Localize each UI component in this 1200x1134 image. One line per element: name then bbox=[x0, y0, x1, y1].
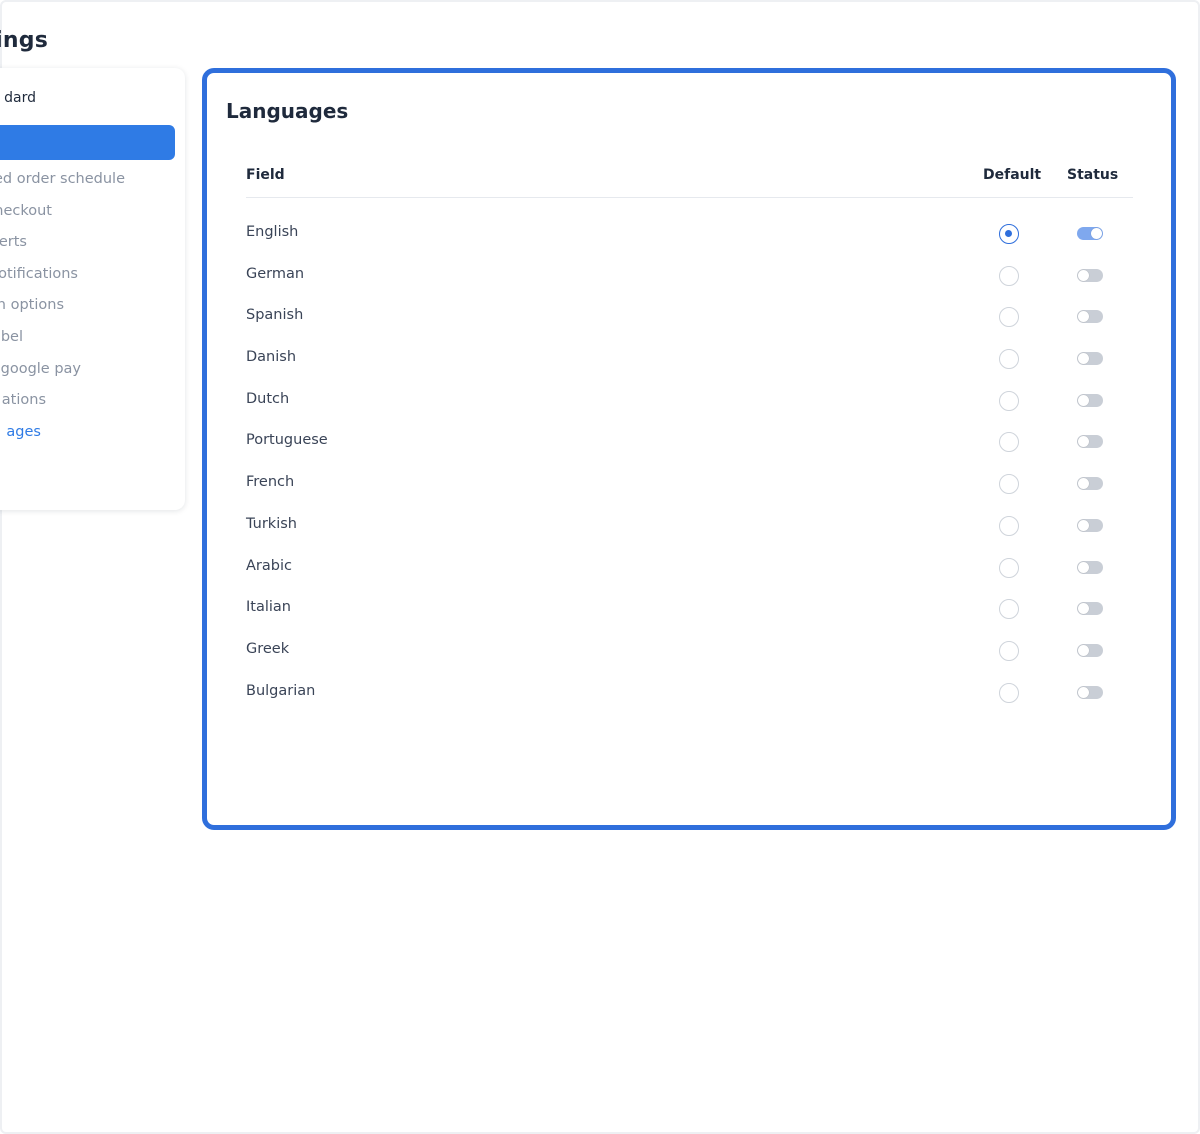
language-name: Bulgarian bbox=[246, 682, 316, 699]
sidebar-item[interactable]: ations bbox=[0, 389, 182, 421]
languages-card: Languages Field Default Status English Ge… bbox=[202, 68, 1176, 830]
sidebar-item-active[interactable] bbox=[0, 125, 175, 160]
languages-table-body: English German Spanish Danish Dutch Portugues… bbox=[246, 215, 1133, 715]
sidebar-item[interactable]: label bbox=[0, 326, 182, 358]
table-row: Greek bbox=[246, 632, 1133, 674]
language-name: French bbox=[246, 474, 295, 491]
settings-sidebar: dard nced order schedule checkout alerts no… bbox=[0, 68, 185, 510]
status-toggle[interactable] bbox=[1077, 643, 1103, 657]
sidebar-item-label: notifications bbox=[0, 265, 78, 282]
default-radio[interactable] bbox=[999, 390, 1019, 411]
sidebar-header-label: dard bbox=[4, 90, 36, 106]
sidebar-item-label: ations bbox=[1, 392, 46, 409]
sidebar-list: nced order schedule checkout alerts notific… bbox=[0, 168, 182, 452]
sidebar-item-label: alerts bbox=[0, 234, 27, 251]
sidebar-item-label: login options bbox=[0, 297, 64, 314]
sidebar-item[interactable]: login options bbox=[0, 294, 182, 326]
language-name: Greek bbox=[246, 640, 290, 657]
language-name: Arabic bbox=[246, 557, 292, 574]
language-name: Italian bbox=[246, 599, 291, 616]
sidebar-item[interactable]: notifications bbox=[0, 263, 182, 295]
status-toggle[interactable] bbox=[1077, 352, 1103, 366]
table-row: Turkish bbox=[246, 507, 1133, 549]
default-radio[interactable] bbox=[999, 515, 1019, 536]
sidebar-item-label: & google pay bbox=[0, 360, 81, 377]
default-radio[interactable] bbox=[999, 640, 1019, 661]
column-header-status: Status bbox=[1067, 167, 1119, 183]
sidebar-item[interactable]: checkout bbox=[0, 200, 182, 232]
column-header-default: Default bbox=[983, 167, 1042, 183]
default-radio[interactable] bbox=[999, 474, 1019, 495]
language-name: Danish bbox=[246, 349, 297, 366]
sidebar-item[interactable]: & google pay bbox=[0, 358, 182, 390]
sidebar-item-label: label bbox=[0, 328, 23, 345]
status-toggle[interactable] bbox=[1077, 518, 1103, 532]
sidebar-item[interactable]: alerts bbox=[0, 231, 182, 263]
status-toggle[interactable] bbox=[1077, 685, 1103, 699]
status-toggle[interactable] bbox=[1077, 560, 1103, 574]
sidebar-item-label: ages bbox=[6, 423, 41, 440]
table-row: Italian bbox=[246, 590, 1133, 632]
language-name: Spanish bbox=[246, 307, 304, 324]
default-radio[interactable] bbox=[999, 224, 1019, 244]
sidebar-item[interactable]: ages bbox=[0, 421, 182, 453]
table-row: French bbox=[246, 465, 1133, 507]
default-radio[interactable] bbox=[999, 557, 1019, 578]
table-row: Bulgarian bbox=[246, 674, 1133, 716]
status-toggle[interactable] bbox=[1077, 310, 1103, 324]
status-toggle[interactable] bbox=[1077, 227, 1103, 240]
status-toggle[interactable] bbox=[1077, 268, 1103, 282]
table-row: English bbox=[246, 215, 1133, 257]
sidebar-item-label: nced order schedule bbox=[0, 171, 125, 187]
page-title: ings bbox=[0, 28, 48, 53]
default-radio[interactable] bbox=[999, 599, 1019, 620]
app-window: ings dard nced order schedule checkout ale… bbox=[0, 0, 1200, 1134]
default-radio[interactable] bbox=[999, 682, 1019, 703]
language-name: Portuguese bbox=[246, 432, 328, 449]
status-toggle[interactable] bbox=[1077, 477, 1103, 491]
language-name: German bbox=[246, 265, 305, 282]
table-row: German bbox=[246, 257, 1133, 299]
sidebar-item[interactable]: nced order schedule bbox=[0, 168, 182, 200]
status-toggle[interactable] bbox=[1077, 435, 1103, 449]
default-radio[interactable] bbox=[999, 349, 1019, 370]
default-radio[interactable] bbox=[999, 307, 1019, 328]
default-radio[interactable] bbox=[999, 432, 1019, 453]
column-header-field: Field bbox=[246, 167, 285, 183]
table-row: Portuguese bbox=[246, 423, 1133, 465]
default-radio[interactable] bbox=[999, 265, 1019, 286]
language-name: English bbox=[246, 224, 299, 240]
language-name: Dutch bbox=[246, 390, 290, 407]
sidebar-header: dard bbox=[0, 90, 36, 106]
language-name: Turkish bbox=[246, 515, 297, 532]
table-row: Arabic bbox=[246, 549, 1133, 591]
sidebar-item-label: checkout bbox=[0, 202, 52, 219]
table-row: Spanish bbox=[246, 298, 1133, 340]
table-row: Dutch bbox=[246, 382, 1133, 424]
status-toggle[interactable] bbox=[1077, 393, 1103, 407]
table-header: Field Default Status bbox=[246, 167, 1133, 198]
status-toggle[interactable] bbox=[1077, 602, 1103, 616]
card-title: Languages bbox=[226, 99, 349, 123]
table-row: Danish bbox=[246, 340, 1133, 382]
